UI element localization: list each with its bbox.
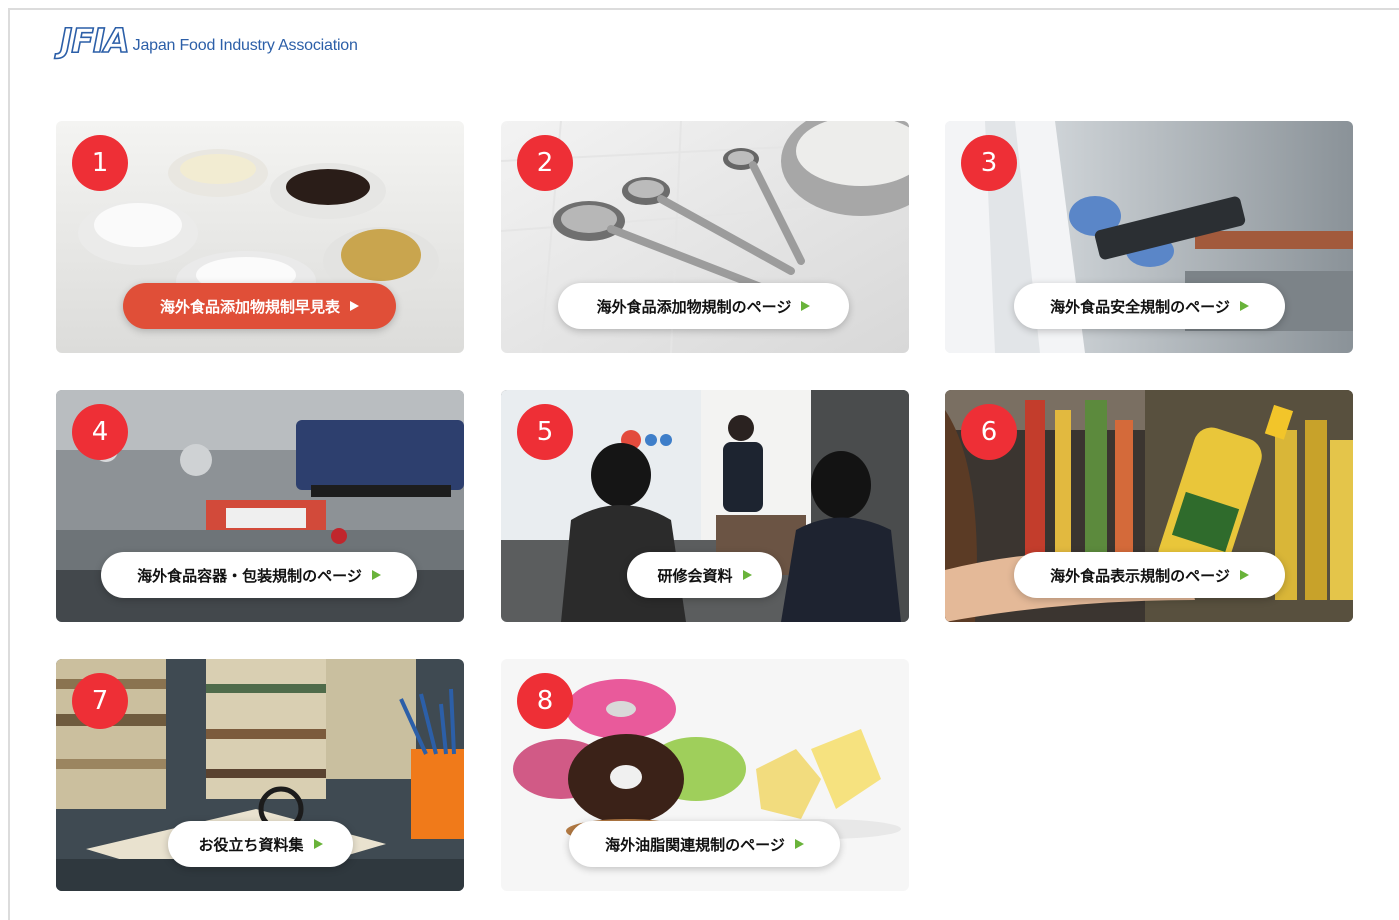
card-link-label: 研修会資料 bbox=[657, 566, 733, 585]
play-arrow-icon bbox=[742, 570, 752, 580]
card-link-label: お役立ち資料集 bbox=[198, 835, 304, 854]
card-link-button[interactable]: 海外食品安全規制のページ bbox=[1014, 283, 1285, 329]
card-additive-quick-reference[interactable]: 1 海外食品添加物規制早見表 bbox=[56, 121, 464, 353]
card-link-button[interactable]: お役立ち資料集 bbox=[168, 821, 353, 867]
card-container-packaging-regulations[interactable]: 4 海外食品容器・包装規制のページ bbox=[56, 390, 464, 622]
card-useful-documents[interactable]: 7 お役立ち資料集 bbox=[56, 659, 464, 891]
logo-mark: JFIA bbox=[59, 21, 130, 60]
card-number-badge: 5 bbox=[517, 404, 573, 460]
play-arrow-icon bbox=[794, 839, 804, 849]
card-link-button[interactable]: 海外食品添加物規制早見表 bbox=[123, 283, 396, 329]
play-arrow-icon bbox=[313, 839, 323, 849]
logo-text: Japan Food Industry Association bbox=[132, 37, 358, 54]
card-link-button[interactable]: 海外食品添加物規制のページ bbox=[558, 283, 849, 329]
card-number-badge: 4 bbox=[72, 404, 128, 460]
card-link-button[interactable]: 海外食品表示規制のページ bbox=[1014, 552, 1285, 598]
play-arrow-icon bbox=[801, 301, 811, 311]
card-number-badge: 6 bbox=[961, 404, 1017, 460]
card-number-badge: 2 bbox=[517, 135, 573, 191]
card-link-label: 海外食品容器・包装規制のページ bbox=[137, 566, 362, 585]
card-number-badge: 8 bbox=[517, 673, 573, 729]
jfia-logo[interactable]: JFIA Japan Food Industry Association bbox=[59, 21, 358, 60]
card-seminar-materials[interactable]: 5 研修会資料 bbox=[501, 390, 909, 622]
card-number-badge: 3 bbox=[961, 135, 1017, 191]
card-additive-regulations[interactable]: 2 海外食品添加物規制のページ bbox=[501, 121, 909, 353]
card-food-safety-regulations[interactable]: 3 海外食品安全規制のページ bbox=[945, 121, 1353, 353]
card-link-button[interactable]: 海外油脂関連規制のページ bbox=[569, 821, 840, 867]
card-food-labeling-regulations[interactable]: 6 海外食品表示規制のページ bbox=[945, 390, 1353, 622]
card-number-badge: 1 bbox=[72, 135, 128, 191]
play-arrow-icon bbox=[371, 570, 381, 580]
play-arrow-icon bbox=[1239, 570, 1249, 580]
card-link-label: 海外食品安全規制のページ bbox=[1050, 297, 1230, 316]
play-arrow-icon bbox=[350, 301, 359, 311]
card-link-label: 海外油脂関連規制のページ bbox=[605, 835, 785, 854]
card-fats-oils-regulations[interactable]: 8 海外油脂関連規制のページ bbox=[501, 659, 909, 891]
card-link-button[interactable]: 研修会資料 bbox=[627, 552, 782, 598]
card-link-label: 海外食品表示規制のページ bbox=[1050, 566, 1230, 585]
card-link-label: 海外食品添加物規制のページ bbox=[596, 297, 792, 316]
card-number-badge: 7 bbox=[72, 673, 128, 729]
card-link-button[interactable]: 海外食品容器・包装規制のページ bbox=[101, 552, 417, 598]
play-arrow-icon bbox=[1239, 301, 1249, 311]
card-link-label: 海外食品添加物規制早見表 bbox=[159, 297, 340, 316]
